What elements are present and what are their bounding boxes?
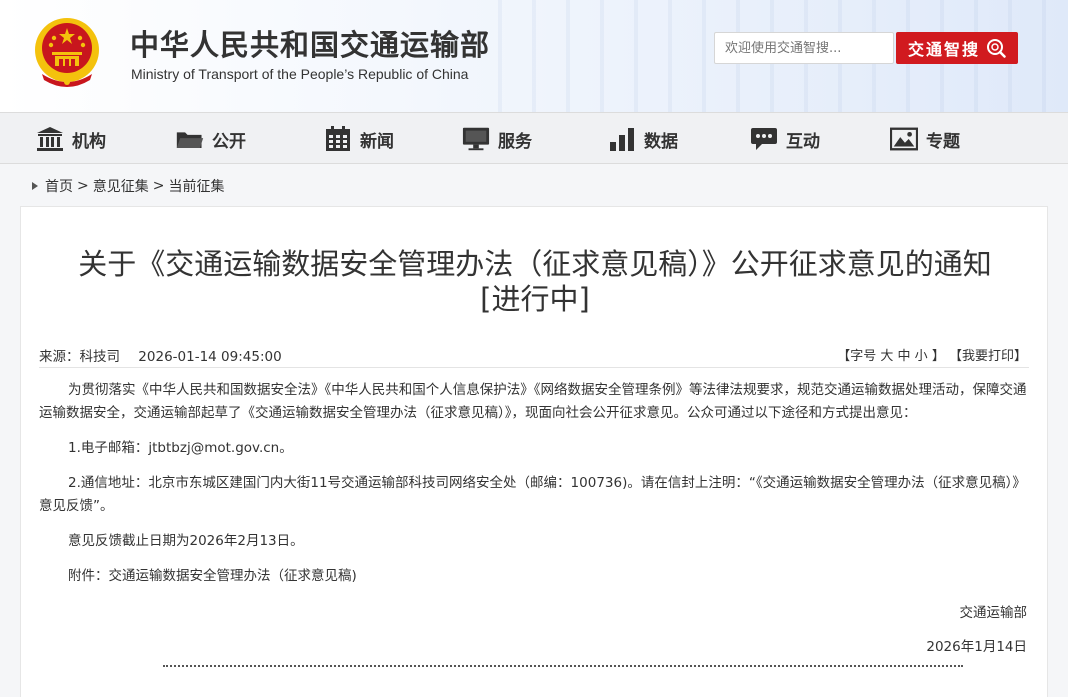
breadcrumb-separator: >: [77, 178, 89, 194]
nav-item-news[interactable]: 新闻: [324, 113, 394, 165]
article-source: 来源：科技司: [39, 349, 120, 365]
monitor-icon: [462, 127, 490, 151]
signature-department: 交通运输部: [959, 605, 1028, 621]
breadcrumb-arrow-icon: [32, 182, 38, 190]
chat-bubble-icon: [751, 128, 777, 150]
nav-item-label: 服务: [498, 131, 532, 152]
article-tools: 【字号 大 中 小 】 【我要打印】: [837, 345, 1027, 364]
nav-item-label: 数据: [644, 131, 678, 152]
bar-chart-icon: [610, 128, 634, 151]
search-button[interactable]: 交通智搜: [896, 32, 1018, 64]
dotted-divider: [163, 665, 963, 667]
font-size-label: 【字号: [837, 349, 877, 364]
building-icon: [37, 127, 63, 151]
nav-item-services[interactable]: 服务: [462, 113, 532, 165]
signature-date: 2026年1月14日: [926, 639, 1027, 655]
nav-item-data[interactable]: 数据: [608, 113, 678, 165]
breadcrumb-separator: >: [152, 178, 165, 194]
breadcrumb-section-link[interactable]: 意见征集: [93, 176, 149, 196]
article-title-line: 关于《交通运输数据安全管理办法（征求意见稿）》公开征求意见的通知: [78, 247, 992, 281]
meta-divider: [39, 367, 1029, 368]
article-paragraph: 意见反馈截止日期为2026年2月13日。: [68, 533, 304, 549]
article-card: 关于《交通运输数据安全管理办法（征求意见稿）》公开征求意见的通知 [进行中] 来…: [20, 206, 1048, 697]
article-paragraph: 2.通信地址：北京市东城区建国门内大街11号交通运输部科技司网络安全处（邮编：1…: [39, 475, 1026, 514]
breadcrumb: 首页 > 意见征集 > 当前征集: [32, 176, 224, 196]
article-status: [进行中]: [480, 282, 590, 316]
font-size-small-button[interactable]: 小: [915, 349, 928, 364]
picture-icon: [890, 127, 918, 151]
search-icon: [987, 39, 1006, 58]
main-nav: 机构 公开 新闻 服务 数据 互动 专题: [0, 112, 1068, 164]
font-size-medium-button[interactable]: 中: [898, 349, 911, 364]
nav-item-label: 公开: [212, 131, 246, 152]
site-title: 中华人民共和国交通运输部: [130, 28, 491, 62]
article-paragraph: 为贯彻落实《中华人民共和国数据安全法》《中华人民共和国个人信息保护法》《网络数据…: [39, 382, 1027, 421]
article-datetime: 2026-01-14 09:45:00: [138, 349, 282, 365]
folder-icon: [176, 132, 204, 149]
search-input[interactable]: [714, 32, 894, 64]
nav-item-topics[interactable]: 专题: [890, 113, 960, 165]
article-paragraph: 1.电子邮箱：jtbtbzj@mot.gov.cn。: [68, 440, 293, 456]
nav-item-label: 专题: [926, 131, 960, 152]
site-subtitle: Ministry of Transport of the People’s Re…: [131, 66, 469, 82]
site-header: 中华人民共和国交通运输部 Ministry of Transport of th…: [0, 0, 1068, 112]
nav-item-organization[interactable]: 机构: [36, 113, 106, 165]
nav-item-label: 新闻: [360, 131, 394, 152]
article-title: 关于《交通运输数据安全管理办法（征求意见稿）》公开征求意见的通知 [进行中]: [21, 247, 1049, 317]
search-button-label: 交通智搜: [907, 40, 980, 59]
print-button[interactable]: 【我要打印】: [949, 349, 1027, 364]
article-body: 为贯彻落实《中华人民共和国数据安全法》《中华人民共和国个人信息保护法》《网络数据…: [39, 379, 1031, 600]
nav-item-label: 机构: [72, 131, 106, 152]
breadcrumb-home-link[interactable]: 首页: [45, 176, 73, 196]
font-size-close: 】: [931, 349, 945, 364]
breadcrumb-current-link[interactable]: 当前征集: [168, 176, 224, 196]
article-meta: 来源：科技司 2026-01-14 09:45:00: [39, 345, 282, 365]
font-size-large-button[interactable]: 大: [880, 349, 893, 364]
nav-item-label: 互动: [786, 131, 820, 152]
attachment-link[interactable]: 附件：交通运输数据安全管理办法（征求意见稿): [39, 565, 1031, 588]
national-emblem-icon[interactable]: [32, 14, 102, 90]
nav-item-disclosure[interactable]: 公开: [176, 113, 246, 165]
nav-item-interaction[interactable]: 互动: [750, 113, 820, 165]
calendar-icon: [326, 126, 350, 151]
